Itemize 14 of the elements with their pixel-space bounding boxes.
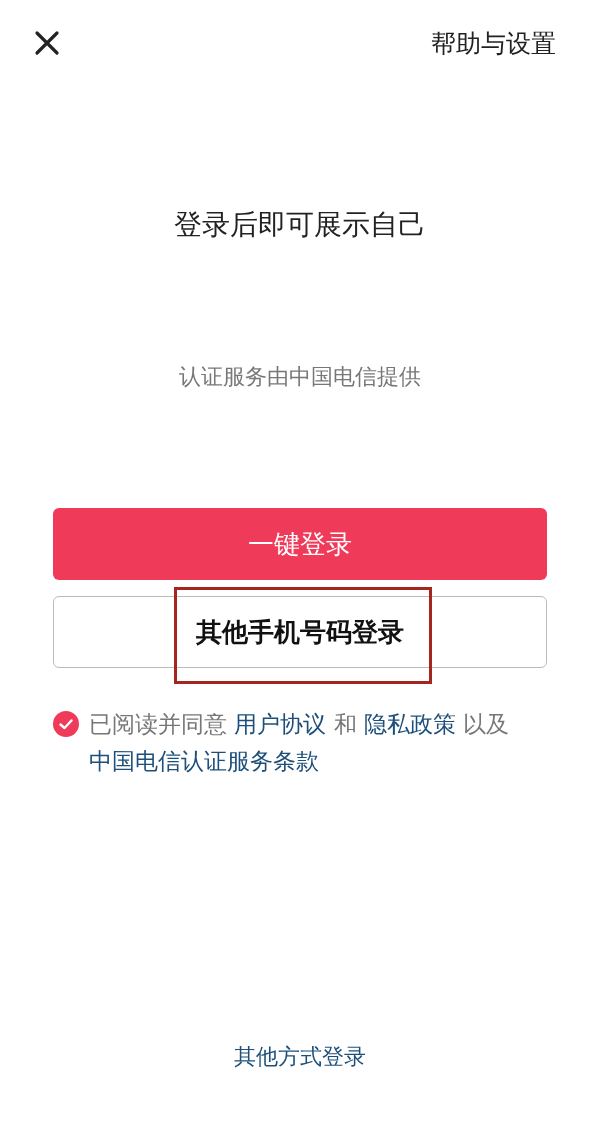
one-click-login-button[interactable]: 一键登录 [53, 508, 547, 580]
agreement-link[interactable]: 隐私政策 [363, 711, 456, 737]
agreement-text: 已阅读并同意 用户协议 和 隐私政策 以及 中国电信认证服务条款 [89, 710, 511, 776]
check-icon [59, 718, 73, 730]
agreement-link[interactable]: 用户协议 [234, 711, 327, 737]
close-button[interactable] [34, 30, 60, 56]
agreement-checkbox[interactable] [53, 711, 79, 737]
page-title: 登录后即可展示自己 [173, 207, 427, 243]
phone-login-button[interactable]: 其他手机号码登录 [53, 596, 547, 668]
help-settings-link[interactable]: 帮助与设置 [431, 26, 556, 60]
provider-note: 认证服务由中国电信提供 [178, 363, 422, 391]
agreement-link[interactable]: 中国电信认证服务条款 [89, 748, 319, 774]
close-icon [34, 30, 60, 56]
other-login-link[interactable]: 其他方式登录 [234, 1042, 366, 1072]
